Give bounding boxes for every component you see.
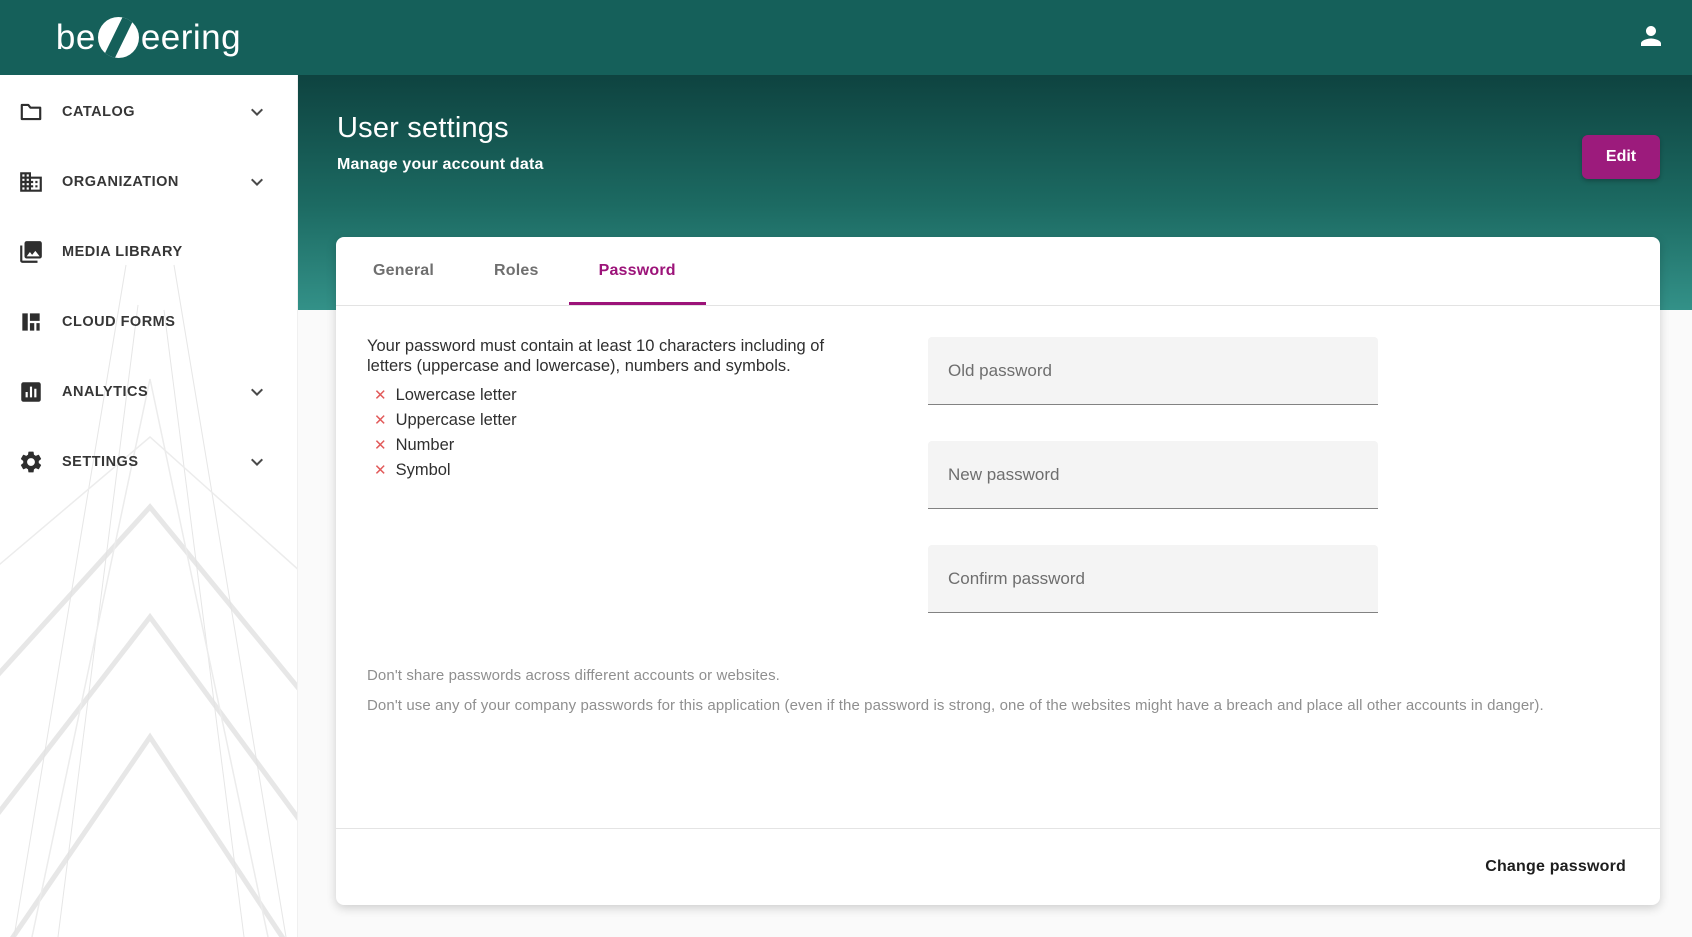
sidebar-item-cloud-forms[interactable]: CLOUD FORMS <box>0 298 297 346</box>
building-icon <box>18 169 44 195</box>
person-icon <box>1636 21 1666 54</box>
change-password-button[interactable]: Change password <box>1479 857 1632 877</box>
confirm-password-input[interactable] <box>928 545 1378 613</box>
x-mark-icon: ✕ <box>374 438 387 453</box>
password-note-company: Don't use any of your company passwords … <box>367 697 1544 714</box>
sidebar-nav: CATALOG ORGANIZATION MEDIA LIBRARY <box>0 75 297 486</box>
tab-roles[interactable]: Roles <box>464 237 569 305</box>
sidebar-item-organization[interactable]: ORGANIZATION <box>0 158 297 206</box>
sidebar-item-analytics[interactable]: ANALYTICS <box>0 368 297 416</box>
user-settings-card: General Roles Password Your password mus… <box>336 237 1660 905</box>
password-fields <box>928 337 1378 649</box>
chevron-down-icon <box>245 380 269 404</box>
old-password-input[interactable] <box>928 337 1378 405</box>
x-mark-icon: ✕ <box>374 413 387 428</box>
analytics-icon <box>18 379 44 405</box>
tab-bar: General Roles Password <box>336 237 1660 306</box>
chevron-down-icon <box>245 450 269 474</box>
logo-n-mark-icon <box>98 17 139 58</box>
edit-button[interactable]: Edit <box>1582 135 1660 179</box>
x-mark-icon: ✕ <box>374 463 387 478</box>
card-footer: Change password <box>336 828 1660 905</box>
requirement-item-lowercase: ✕ Lowercase letter <box>374 383 517 408</box>
top-bar: be eering <box>0 0 1692 75</box>
sidebar: CATALOG ORGANIZATION MEDIA LIBRARY <box>0 75 298 937</box>
tab-general[interactable]: General <box>343 237 464 305</box>
new-password-input[interactable] <box>928 441 1378 509</box>
requirement-item-symbol: ✕ Symbol <box>374 458 517 483</box>
sidebar-item-media-library[interactable]: MEDIA LIBRARY <box>0 228 297 276</box>
password-requirements-intro: Your password must contain at least 10 c… <box>367 336 872 376</box>
chevron-down-icon <box>245 170 269 194</box>
sidebar-item-settings[interactable]: SETTINGS <box>0 438 297 486</box>
password-note-share: Don't share passwords across different a… <box>367 667 780 684</box>
page-title: User settings <box>337 112 509 145</box>
tab-password[interactable]: Password <box>569 237 706 305</box>
sidebar-item-catalog[interactable]: CATALOG <box>0 88 297 136</box>
page-subtitle: Manage your account data <box>337 156 544 174</box>
logo-text-suffix: eering <box>141 18 241 58</box>
media-library-icon <box>18 239 44 265</box>
logo-text-prefix: be <box>56 18 96 58</box>
folder-icon <box>18 99 44 125</box>
user-account-button[interactable] <box>1629 16 1673 60</box>
app-root: be eering User settings Manage your acco… <box>0 0 1692 937</box>
chevron-down-icon <box>245 100 269 124</box>
requirement-item-uppercase: ✕ Uppercase letter <box>374 408 517 433</box>
password-requirements-list: ✕ Lowercase letter ✕ Uppercase letter ✕ … <box>374 383 517 483</box>
gear-icon <box>18 449 44 475</box>
x-mark-icon: ✕ <box>374 388 387 403</box>
requirement-item-number: ✕ Number <box>374 433 517 458</box>
logo: be eering <box>0 17 297 58</box>
cloud-forms-icon <box>18 309 44 335</box>
